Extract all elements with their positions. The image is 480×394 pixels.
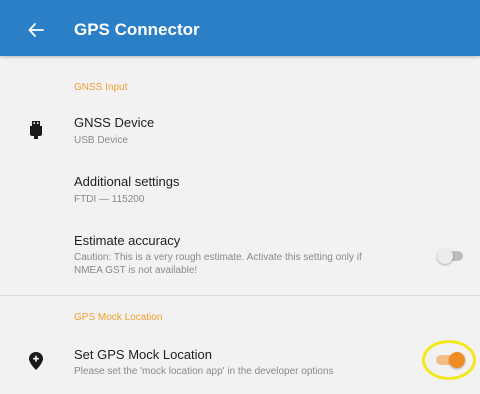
estimate-accuracy-title: Estimate accuracy xyxy=(74,233,181,248)
arrow-left-icon xyxy=(28,23,44,37)
app-bar: GPS Connector xyxy=(0,0,480,56)
estimate-accuracy-caution-line-2: NMEA GST is not available! xyxy=(74,265,198,276)
gnss-device-value: USB Device xyxy=(74,135,128,146)
set-gps-mock-location-title: Set GPS Mock Location xyxy=(74,347,213,362)
set-gps-mock-location-hint: Please set the 'mock location app' in th… xyxy=(74,366,334,377)
gps-mock-location-switch[interactable] xyxy=(436,352,465,368)
gnss-device-title: GNSS Device xyxy=(74,115,155,130)
switch-thumb xyxy=(449,352,465,368)
section-header-gps-mock-location: GPS Mock Location xyxy=(74,312,163,323)
additional-settings-value: FTDI — 115200 xyxy=(74,194,145,205)
estimate-accuracy-caution-line-1: Caution: This is a very rough estimate. … xyxy=(74,252,362,263)
switch-thumb xyxy=(437,248,453,264)
usb-plug-icon xyxy=(30,121,42,139)
location-pin-plus-icon xyxy=(29,352,43,370)
section-header-gnss-input: GNSS Input xyxy=(74,82,128,93)
page-title: GPS Connector xyxy=(74,20,200,39)
estimate-accuracy-switch[interactable] xyxy=(437,248,463,264)
section-divider xyxy=(0,295,480,296)
back-button[interactable] xyxy=(22,18,50,42)
additional-settings-title: Additional settings xyxy=(74,174,180,189)
